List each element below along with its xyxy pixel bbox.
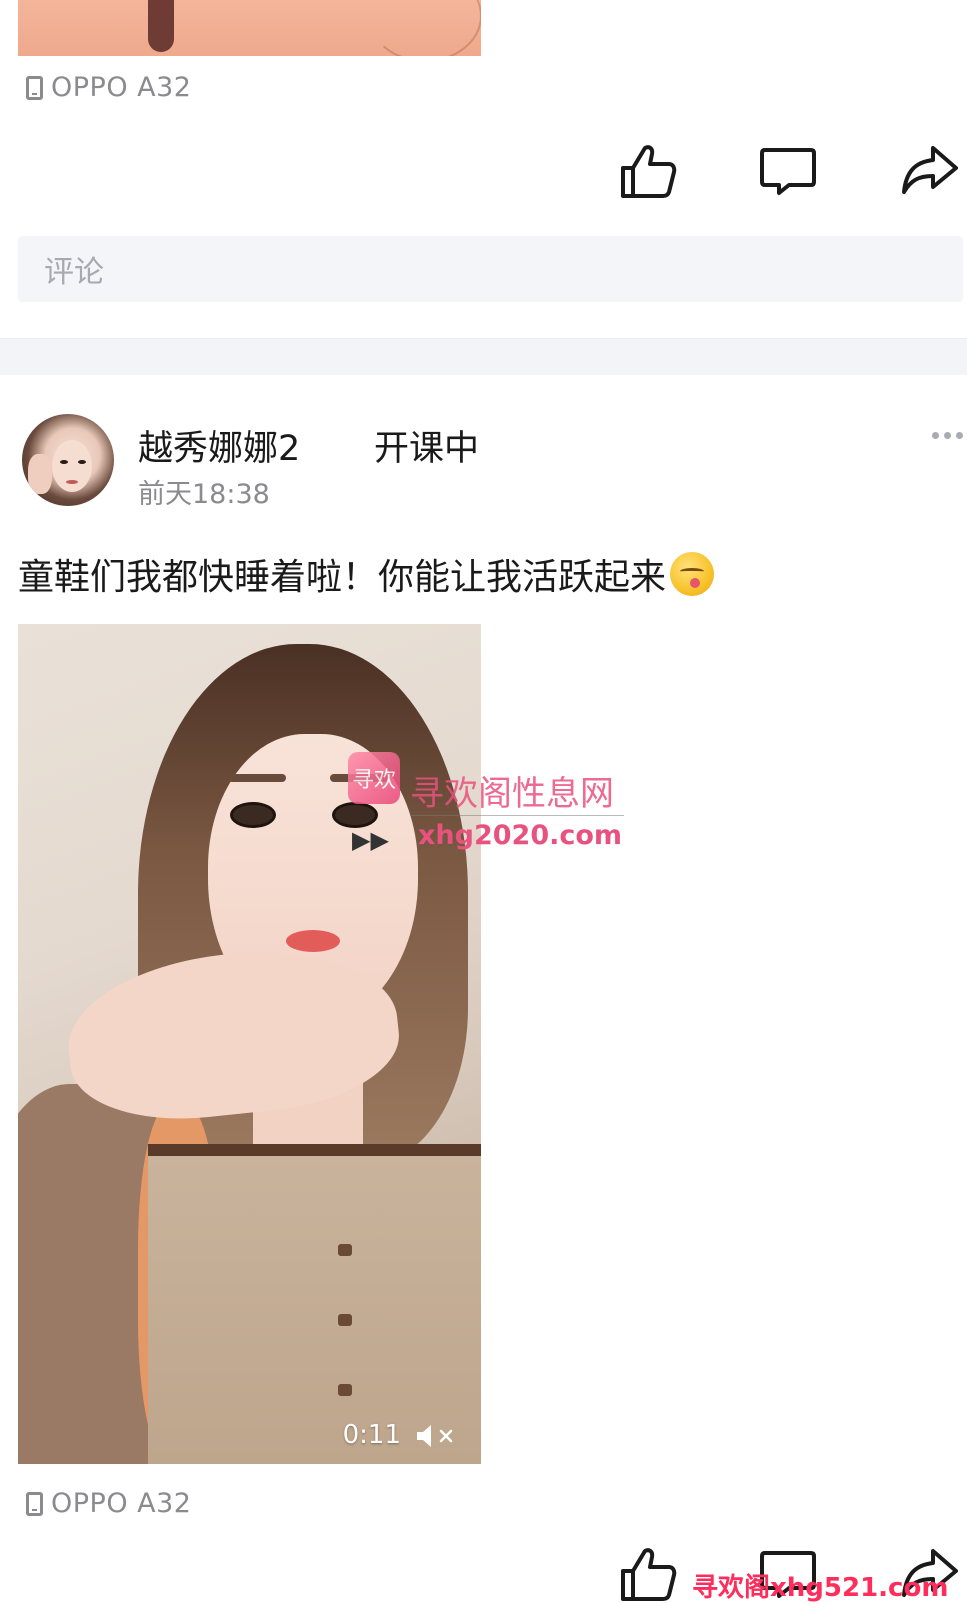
video-frame-detail <box>148 1144 481 1464</box>
avatar-detail <box>60 460 68 464</box>
previous-post-share <box>900 141 960 201</box>
like-icon <box>621 1548 677 1601</box>
watermark-divider <box>410 815 624 816</box>
more-icon <box>932 432 939 439</box>
video-frame-detail <box>230 802 276 828</box>
watermark-logo: 寻欢 <box>348 752 400 804</box>
image-detail <box>368 0 481 56</box>
comment-button[interactable] <box>758 141 818 201</box>
like-icon <box>621 145 677 198</box>
more-icon <box>944 432 951 439</box>
watermark-arrow: ▶▶ <box>352 826 389 854</box>
video-frame-detail <box>338 1314 352 1326</box>
avatar-detail <box>78 460 86 464</box>
device-label: OPPO A32 <box>26 72 191 103</box>
video-frame-detail <box>338 1384 352 1396</box>
post-text-content: 童鞋们我都快睡着啦！你能让我活跃起来 <box>18 557 667 598</box>
watermark-url: xhg2020.com <box>418 820 623 851</box>
previous-post-image[interactable] <box>18 0 481 56</box>
watermark-bottom: 寻欢阁xhg521.com <box>692 1573 949 1603</box>
like-button[interactable] <box>618 141 678 201</box>
watermark-title: 寻欢阁性息网 <box>410 774 614 814</box>
device-label: OPPO A32 <box>26 1488 191 1519</box>
mute-icon[interactable] <box>415 1422 459 1450</box>
previous-post-actions <box>618 141 678 201</box>
avatar[interactable] <box>22 414 114 506</box>
previous-post-comment <box>758 141 818 201</box>
username[interactable]: 越秀娜娜2 <box>138 420 300 471</box>
video-frame-detail <box>286 930 340 952</box>
face-savoring-food-icon <box>670 552 715 596</box>
video-frame-detail <box>332 802 378 828</box>
like-button[interactable] <box>618 1544 678 1604</box>
more-button[interactable] <box>932 432 963 439</box>
post-text: 童鞋们我都快睡着啦！你能让我活跃起来 <box>18 548 715 600</box>
phone-icon <box>26 75 43 100</box>
video-duration: 0:11 <box>342 1420 401 1450</box>
avatar-detail <box>66 480 78 484</box>
avatar-detail <box>28 454 52 494</box>
share-icon <box>902 146 958 194</box>
post-divider <box>0 338 967 375</box>
video-frame-detail <box>228 774 286 782</box>
post-timestamp: 前天18:38 <box>138 479 270 510</box>
video-frame-detail <box>338 1244 352 1256</box>
image-detail <box>148 0 174 52</box>
avatar-detail <box>52 440 92 492</box>
user-status-tag: 开课中 <box>374 429 480 469</box>
post-like <box>618 1544 678 1604</box>
more-icon <box>956 432 963 439</box>
comment-placeholder: 评论 <box>44 255 104 290</box>
comment-input[interactable]: 评论 <box>18 236 963 302</box>
device-name: OPPO A32 <box>51 72 192 103</box>
comment-icon <box>760 148 816 195</box>
share-button[interactable] <box>900 141 960 201</box>
phone-icon <box>26 1491 43 1516</box>
post-video[interactable]: 0:11 <box>18 624 481 1464</box>
device-name: OPPO A32 <box>51 1488 192 1519</box>
